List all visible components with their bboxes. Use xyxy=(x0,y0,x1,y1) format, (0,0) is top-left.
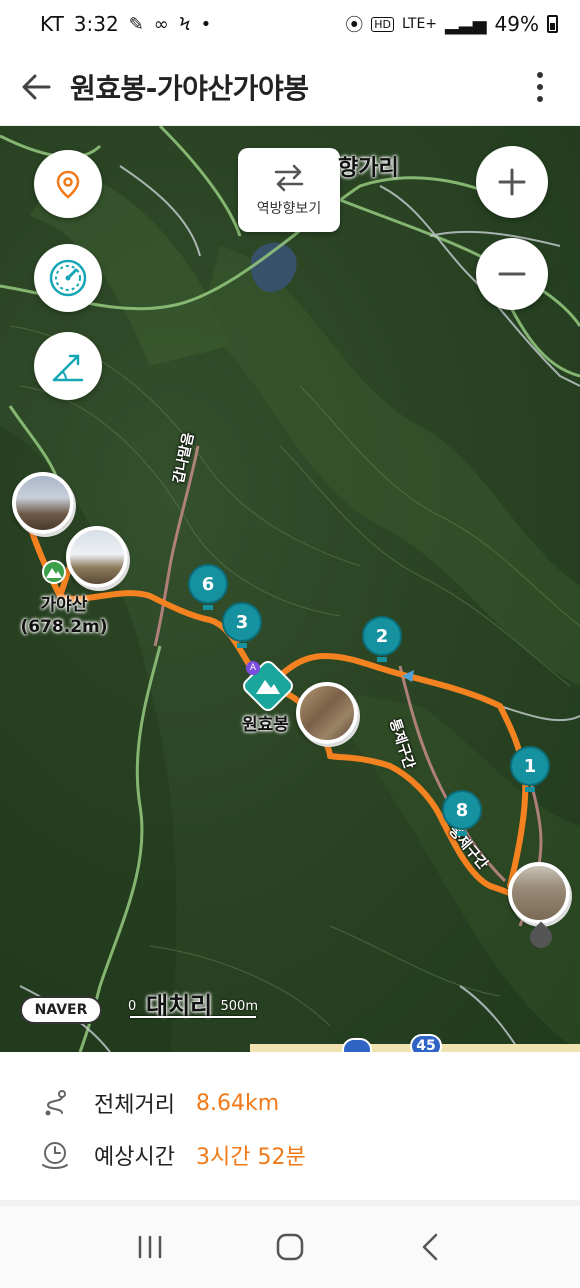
reverse-direction-label: 역방향보기 xyxy=(256,201,322,217)
system-nav-bar xyxy=(0,1206,580,1288)
route-distance-icon xyxy=(38,1086,72,1120)
network-label: LTE+ xyxy=(402,16,438,32)
waypoint-2[interactable]: 2 xyxy=(362,616,402,662)
hd-icon: HD xyxy=(371,16,395,32)
photo-marker[interactable] xyxy=(296,682,358,744)
estimated-time-icon xyxy=(38,1138,72,1172)
photo-marker[interactable] xyxy=(66,526,128,588)
time-row: 예상시간 3시간 52분 xyxy=(38,1138,306,1172)
back-arrow-icon xyxy=(22,74,51,99)
signal-icon: ▂▃▅ xyxy=(445,13,487,35)
photo-marker[interactable] xyxy=(12,472,74,534)
back-button[interactable] xyxy=(4,55,68,119)
my-location-button[interactable] xyxy=(34,150,102,218)
distance-value: 8.64km xyxy=(196,1090,280,1116)
location-icon: ⦿ xyxy=(345,15,364,36)
naver-logo: NAVER xyxy=(20,996,102,1024)
scale-end: 500m xyxy=(220,999,258,1014)
time-value: 3시간 52분 xyxy=(196,1145,306,1170)
peak-label-wonhyo: 원효봉 xyxy=(242,715,289,735)
recent-apps-button[interactable] xyxy=(120,1217,180,1277)
minus-icon xyxy=(498,272,526,276)
status-bar: KT 3:32 ✎ ∞ Ϟ • ⦿ HD LTE+ ▂▃▅ 49% xyxy=(0,0,580,48)
mountain-icon xyxy=(46,568,62,578)
waypoint-6[interactable]: 6 xyxy=(188,564,228,610)
dot-icon: • xyxy=(200,13,212,35)
photo-icon: ✎ xyxy=(128,13,144,35)
photo-marker[interactable] xyxy=(508,862,570,924)
mountain-marker-gaya[interactable] xyxy=(42,560,66,584)
waypoint-3[interactable]: 3 xyxy=(222,602,262,648)
location-pin-icon xyxy=(56,170,80,199)
waypoint-1[interactable]: 1 xyxy=(510,746,550,792)
road-number-badge-partial xyxy=(342,1038,372,1052)
back-chevron-icon xyxy=(422,1233,438,1261)
more-button[interactable] xyxy=(528,62,552,112)
scale-bar: 0 500m xyxy=(128,990,258,1022)
speed-button[interactable] xyxy=(34,244,102,312)
road-number-badge: 45 xyxy=(410,1034,442,1052)
zoom-out-button[interactable] xyxy=(476,238,548,310)
time-label: 예상시간 xyxy=(94,1145,175,1170)
app-header: 원효봉-가야산가야봉 xyxy=(0,48,580,126)
peak-name: 가야산 xyxy=(40,595,88,615)
reverse-direction-button[interactable]: 역방향보기 xyxy=(238,148,340,232)
slope-button[interactable] xyxy=(34,332,102,400)
scale-start: 0 xyxy=(128,999,137,1014)
swap-arrows-icon xyxy=(274,164,304,192)
start-marker: A xyxy=(246,661,260,675)
peak-label-gaya: 가야산 (678.2m) xyxy=(14,594,114,638)
distance-label: 전체거리 xyxy=(94,1093,175,1118)
back-nav-button[interactable] xyxy=(400,1217,460,1277)
carrier-label: KT xyxy=(40,12,64,36)
map-view[interactable]: 역방향보기 향가리 갑나말음 통제구간 통제구간 대치리 가야산 (678.2m… xyxy=(0,126,580,1052)
recent-apps-icon xyxy=(138,1235,162,1259)
distance-row: 전체거리 8.64km xyxy=(38,1086,279,1120)
route-info-panel: 전체거리 8.64km 예상시간 3시간 52분 xyxy=(0,1052,580,1204)
peak-height: (678.2m) xyxy=(20,617,108,637)
zoom-in-button[interactable] xyxy=(476,146,548,218)
page-title: 원효봉-가야산가야봉 xyxy=(70,71,309,105)
lightning-icon: Ϟ xyxy=(178,13,191,35)
voicemail-icon: ∞ xyxy=(153,13,169,35)
village-label-top: 향가리 xyxy=(338,156,399,181)
battery-icon xyxy=(547,15,558,33)
plus-icon xyxy=(498,168,526,196)
home-button[interactable] xyxy=(260,1217,320,1277)
waypoint-8[interactable]: 8 xyxy=(442,790,482,836)
home-icon xyxy=(276,1233,304,1261)
speedometer-icon xyxy=(49,259,87,297)
more-vertical-icon xyxy=(537,72,543,78)
slope-icon xyxy=(52,354,84,382)
battery-label: 49% xyxy=(494,12,539,36)
clock: 3:32 xyxy=(73,12,119,36)
